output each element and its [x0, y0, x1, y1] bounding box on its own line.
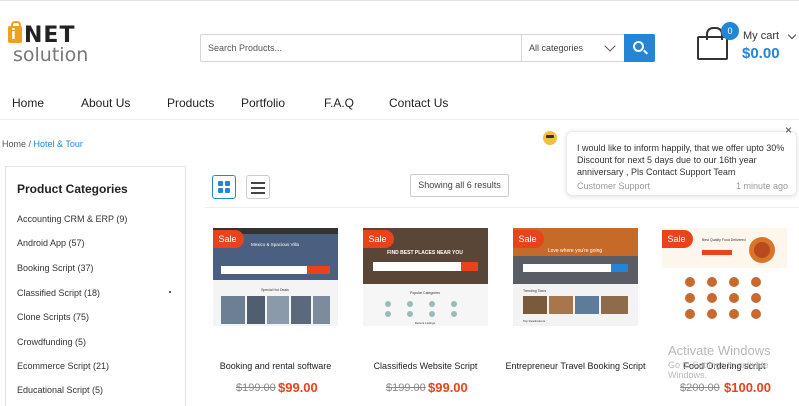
product-sale-price: $99.00 [428, 380, 468, 395]
mini-cart[interactable]: 0 My cart $0.00 [697, 22, 797, 66]
category-select[interactable]: All categories [521, 35, 625, 61]
watermark-subtitle: Go to Settings to activate Windows. [668, 360, 769, 380]
thumb-section-text: Special Hot Deals [261, 288, 289, 292]
thumb-section-text: Trending Tours [523, 289, 546, 293]
nav-portfolio[interactable]: Portfolio [241, 96, 285, 110]
nav-products[interactable]: Products [167, 96, 214, 110]
thumb-footer-text: Recent Listings [415, 321, 436, 325]
nav-contact-us[interactable]: Contact Us [389, 96, 448, 110]
product-thumbnail[interactable]: Love where you're going Trending Tours T… [513, 228, 638, 326]
thumb-footer-text: Top Destinations [523, 319, 546, 323]
product-old-price: $200.00 [680, 382, 720, 394]
nav-faq[interactable]: F.A.Q [324, 96, 354, 110]
category-sidebar: Product Categories Accounting CRM & ERP … [5, 166, 186, 406]
chevron-down-icon [787, 30, 797, 40]
support-avatar-icon[interactable] [543, 131, 557, 145]
breadcrumb-home[interactable]: Home [2, 139, 26, 149]
search-button[interactable] [624, 34, 655, 62]
breadcrumb-current: Hotel & Tour [33, 139, 83, 149]
thumb-hero-text: Best Quality Food Delivered [702, 238, 746, 242]
windows-activation-watermark: Activate Windows Go to Settings to activ… [668, 343, 799, 380]
category-select-value: All categories [529, 43, 584, 53]
product-name[interactable]: Classifieds Website Script [353, 360, 498, 372]
sale-badge: Sale [363, 230, 394, 248]
chat-timestamp: 1 minute ago [735, 181, 788, 191]
product-name[interactable]: Entrepreneur Travel Booking Script [503, 360, 648, 372]
logo-i: i [11, 27, 16, 43]
watermark-title: Activate Windows [668, 343, 771, 358]
top-border [0, 0, 799, 4]
expand-dot[interactable] [169, 291, 171, 293]
product-thumbnail[interactable]: FIND BEST PLACES NEAR YOU Popular Catego… [363, 228, 488, 326]
category-item[interactable]: Accounting CRM & ERP (9) [17, 214, 127, 224]
product-card[interactable]: Love where you're going Trending Tours T… [505, 228, 653, 398]
cart-total: $0.00 [742, 45, 780, 62]
product-thumbnail[interactable]: Mexico & Spacious Villa Special Hot Deal… [213, 228, 338, 326]
nav-home[interactable]: Home [12, 96, 44, 110]
divider [205, 207, 799, 208]
search-input[interactable] [201, 35, 521, 61]
product-card[interactable]: Mexico & Spacious Villa Special Hot Deal… [213, 228, 353, 398]
product-sale-price: $99.00 [278, 380, 318, 395]
support-chat-bubble[interactable]: × I would like to inform happily, that w… [566, 123, 797, 196]
sale-badge: Sale [213, 230, 244, 248]
breadcrumb-separator: / [26, 139, 34, 149]
product-old-price: $199.00 [386, 382, 426, 394]
close-icon[interactable]: × [785, 123, 792, 137]
results-count: Showing all 6 results [410, 174, 509, 197]
product-sale-price: $100.00 [724, 380, 771, 395]
grid-view-button[interactable] [212, 175, 236, 199]
site-logo[interactable]: i NET solution [8, 20, 98, 66]
product-name[interactable]: Booking and rental software [203, 360, 348, 372]
category-item[interactable]: Booking Script (37) [17, 263, 94, 273]
category-item[interactable]: Classified Script (18) [17, 288, 100, 298]
cart-label: My cart [743, 30, 780, 42]
sale-badge: Sale [513, 230, 544, 248]
category-item[interactable]: Clone Scripts (75) [17, 312, 89, 322]
logo-solution: solution [13, 44, 89, 66]
category-item[interactable]: Ecommerce Script (21) [17, 361, 109, 371]
breadcrumb: Home / Hotel & Tour [2, 139, 83, 149]
chat-message: I would like to inform happily, that we … [577, 143, 785, 177]
main-nav: Home About Us Products Portfolio F.A.Q C… [0, 90, 799, 120]
grid-icon [218, 181, 223, 186]
product-thumbnail[interactable]: Best Quality Food Delivered Sale [662, 228, 787, 326]
category-item[interactable]: Android App (57) [17, 238, 85, 248]
product-card[interactable]: FIND BEST PLACES NEAR YOU Popular Catego… [363, 228, 503, 398]
product-old-price: $199.00 [236, 382, 276, 394]
nav-about-us[interactable]: About Us [81, 96, 130, 110]
list-view-button[interactable] [246, 175, 270, 199]
thumb-hero-text: Love where you're going [548, 248, 603, 254]
search-bar: All categories [200, 34, 655, 62]
sidebar-title: Product Categories [17, 182, 128, 196]
thumb-hero-text: FIND BEST PLACES NEAR YOU [387, 250, 463, 256]
thumb-section-text: Popular Categories [410, 291, 440, 295]
thumb-hero-text: Mexico & Spacious Villa [251, 242, 299, 247]
cart-count-badge: 0 [721, 22, 739, 40]
chat-sender: Customer Support [577, 181, 651, 191]
sale-badge: Sale [662, 230, 693, 248]
chevron-down-icon [604, 40, 616, 52]
shopping-bag-icon [697, 27, 728, 60]
category-item[interactable]: Educational Script (5) [17, 385, 103, 395]
category-item[interactable]: Crowdfunding (5) [17, 337, 86, 347]
